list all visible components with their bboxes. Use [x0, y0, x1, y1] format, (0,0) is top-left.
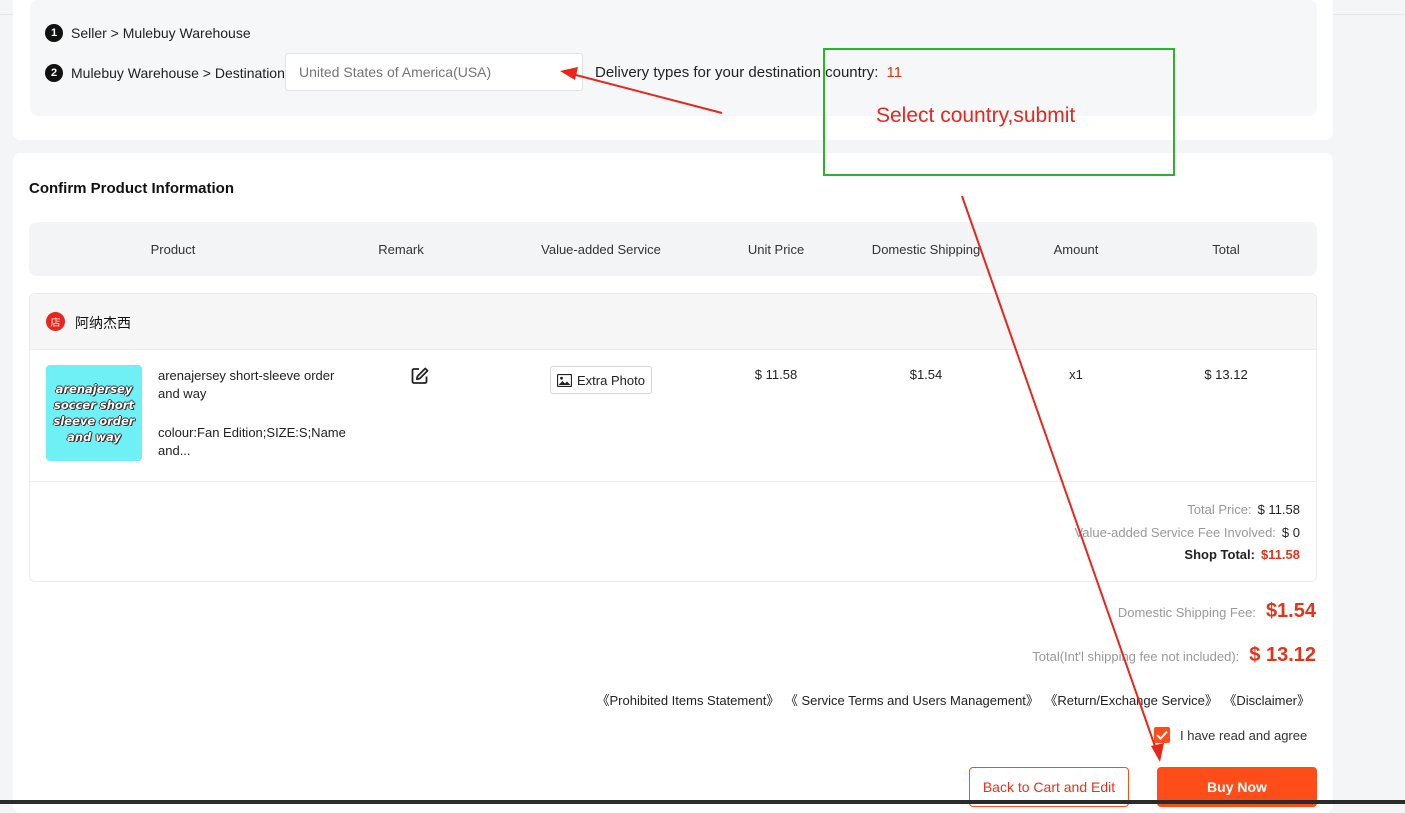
product-attributes: colour:Fan Edition;SIZE:S;Name and... — [158, 425, 346, 458]
domestic-shipping-value: $1.54 — [909, 367, 943, 382]
route-step-destination: 2 Mulebuy Warehouse > Destination — [45, 64, 285, 82]
shop-divider — [30, 481, 1316, 482]
domestic-shipping-fee-label: Domestic Shipping Fee: — [1117, 605, 1256, 620]
column-header-product: Product — [150, 242, 196, 257]
total-price-line: Total Price: $ 11.58 — [1187, 502, 1300, 517]
agree-terms[interactable]: I have read and agree — [1154, 727, 1307, 743]
bottom-taskbar-strip — [0, 800, 1405, 804]
unit-price-value: $ 11.58 — [754, 367, 798, 382]
column-header-unit-price: Unit Price — [747, 242, 805, 257]
vas-fee-value: $ 0 — [1281, 525, 1300, 540]
amount-value: x1 — [1069, 367, 1083, 382]
domestic-shipping-fee-line: Domestic Shipping Fee: $1.54 — [1118, 600, 1316, 623]
section-title: Confirm Product Information — [29, 180, 234, 197]
agree-label: I have read and agree — [1180, 727, 1308, 743]
step-number-1: 1 — [45, 24, 63, 42]
link-service-terms[interactable]: 《 Service Terms and Users Management》 — [791, 693, 1039, 708]
link-prohibited-items[interactable]: 《Prohibited Items Statement》 — [597, 693, 780, 708]
extra-photo-button[interactable]: Extra Photo — [550, 366, 652, 394]
column-header-remark: Remark — [378, 242, 424, 257]
table-header: Product Remark Value-added Service Unit … — [29, 222, 1317, 276]
shop-name: 阿纳杰西 — [75, 316, 131, 332]
product-name[interactable]: arenajersey short-sleeve order and way — [158, 367, 353, 403]
total-price-label: Total Price: — [1187, 502, 1252, 517]
edit-remark-icon[interactable] — [410, 366, 430, 386]
vas-fee-label: Value-added Service Fee Involved: — [1074, 525, 1276, 540]
order-total-value: $ 13.12 — [1249, 644, 1316, 666]
total-value: $ 13.12 — [1204, 367, 1248, 382]
product-thumbnail[interactable]: arenajersey soccer short sleeve order an… — [46, 365, 142, 461]
route-step-label: Mulebuy Warehouse > Destination — [71, 65, 285, 81]
destination-country-input[interactable] — [285, 53, 583, 91]
link-return-exchange[interactable]: 《Return/Exchange Service》 — [1051, 693, 1218, 708]
link-disclaimer[interactable]: 《Disclaimer》 — [1230, 693, 1310, 708]
route-step-label: Seller > Mulebuy Warehouse — [71, 25, 251, 41]
shop-header: 店 阿纳杰西 — [30, 294, 1316, 350]
column-header-total: Total — [1212, 242, 1240, 257]
shop-icon: 店 — [46, 312, 65, 331]
route-step-seller: 1 Seller > Mulebuy Warehouse — [45, 24, 251, 42]
domestic-shipping-fee-value: $1.54 — [1265, 600, 1316, 622]
annotation-text: Select country,submit — [876, 104, 1076, 127]
shop-total-value: $11.58 — [1260, 547, 1300, 562]
shop-total-line: Shop Total: $11.58 — [1184, 547, 1300, 562]
shop-total-label: Shop Total: — [1184, 547, 1255, 562]
check-icon — [1156, 730, 1168, 740]
shop-order-box: 店 阿纳杰西 arenajersey soccer short sleeve o… — [29, 293, 1317, 582]
order-total-label: Total(Int'l shipping fee not included): — [1032, 649, 1240, 664]
column-header-domestic-shipping: Domestic Shipping — [871, 242, 981, 257]
policy-links: 《Prohibited Items Statement》《 Service Te… — [585, 690, 1310, 709]
extra-photo-label: Extra Photo — [577, 372, 645, 388]
agree-checkbox[interactable] — [1154, 727, 1170, 743]
column-header-value-added-service: Value-added Service — [541, 242, 661, 257]
order-total-line: Total(Int'l shipping fee not included): $… — [1032, 644, 1316, 667]
total-price-value: $ 11.58 — [1257, 502, 1300, 517]
column-header-amount: Amount — [1053, 242, 1099, 257]
image-icon — [557, 373, 572, 387]
step-number-2: 2 — [45, 64, 63, 82]
thumbnail-text: arenajersey soccer short sleeve order an… — [53, 382, 135, 444]
vas-fee-line: Value-added Service Fee Involved: $ 0 — [1075, 525, 1300, 540]
